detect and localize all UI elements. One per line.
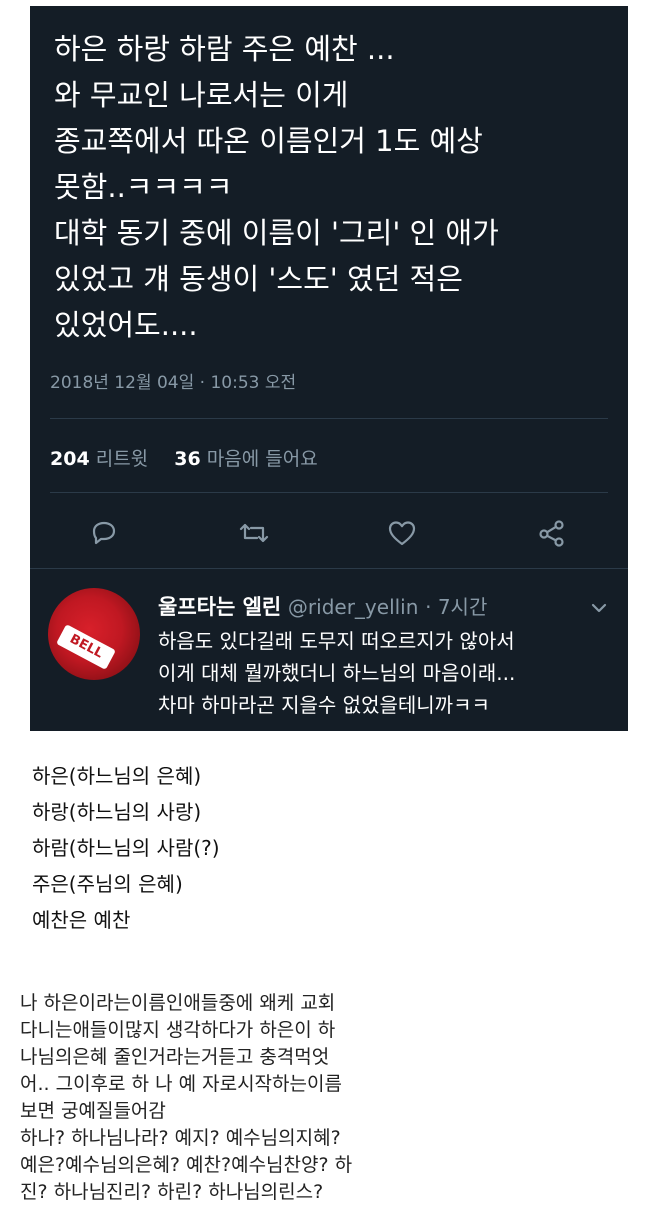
retweet-stat[interactable]: 204 리트윗 [50, 448, 148, 470]
list-item: 주은(주님의 은혜) [32, 872, 183, 896]
like-count: 36 [174, 448, 201, 470]
like-label: 마음에 들어요 [206, 448, 318, 470]
tweet-timestamp: 2018년 12월 04일 · 10:53 오전 [50, 373, 297, 393]
avatar-logo: BELL [56, 624, 116, 670]
retweet-label: 리트윗 [95, 448, 149, 470]
reply-tweet[interactable]: BELL 울프타는 엘린 @rider_yellin · 7시간 하음도 있다길… [30, 569, 628, 731]
retweet-count: 204 [50, 448, 90, 470]
list-item: 예찬은 예찬 [32, 908, 131, 932]
chevron-down-icon[interactable] [590, 599, 608, 618]
retweet-icon[interactable] [232, 511, 276, 555]
tweet-card: 하은 하랑 하람 주은 예찬 ... 와 무교인 나로서는 이게 종교쪽에서 따… [30, 6, 628, 731]
share-icon[interactable] [530, 511, 574, 555]
list-item: 하은(하느님의 은혜) [32, 764, 202, 788]
tweet-text: 하은 하랑 하람 주은 예찬 ... 와 무교인 나로서는 이게 종교쪽에서 따… [54, 32, 499, 342]
reply-text: 하음도 있다길래 도무지 떠오르지가 않아서 이게 대체 뭘까했더니 하느님의 … [158, 629, 516, 717]
reply-header: 울프타는 엘린 @rider_yellin · 7시간 [158, 591, 487, 621]
list-item: 하랑(하느님의 사랑) [32, 800, 202, 824]
name-meaning-list: 하은(하느님의 은혜) 하랑(하느님의 사랑) 하람(하느님의 사람(?) 주은… [32, 758, 220, 938]
like-stat[interactable]: 36 마음에 들어요 [174, 448, 317, 470]
comment-text: 나 하은이라는이름인애들중에 왜케 교회 다니는애들이많지 생각하다가 하은이 … [20, 992, 353, 1203]
avatar[interactable]: BELL [48, 588, 140, 680]
tweet-actions [30, 511, 628, 555]
divider [50, 492, 608, 493]
like-icon[interactable] [380, 511, 424, 555]
reply-author-handle[interactable]: @rider_yellin [288, 595, 419, 619]
list-item: 하람(하느님의 사람(?) [32, 836, 220, 860]
reply-time: · 7시간 [425, 595, 488, 619]
tweet-stats: 204 리트윗 36 마음에 들어요 [50, 444, 318, 471]
reply-icon[interactable] [82, 511, 126, 555]
reply-author-name[interactable]: 울프타는 엘린 [158, 595, 281, 619]
divider [50, 418, 608, 419]
